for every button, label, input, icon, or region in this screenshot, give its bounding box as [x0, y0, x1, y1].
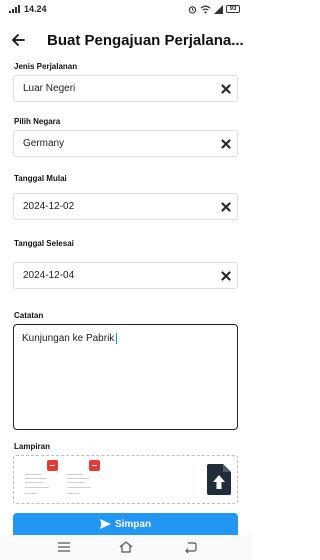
- alarm-icon: [188, 5, 197, 14]
- attachment-thumbnail[interactable]: [64, 460, 104, 501]
- jenis-perjalanan-field[interactable]: Luar Negeri: [13, 75, 238, 102]
- catatan-text: Kunjungan ke Pabrik: [22, 333, 115, 345]
- tanggal-selesai-field[interactable]: 2024-12-04: [13, 262, 238, 289]
- clear-icon[interactable]: [221, 139, 231, 149]
- remove-attachment-icon[interactable]: [47, 460, 58, 471]
- lampiran-label: Lampiran: [14, 442, 51, 451]
- clear-icon[interactable]: [221, 271, 231, 281]
- tanggal-mulai-field[interactable]: 2024-12-02: [13, 193, 238, 220]
- wifi-icon: [200, 5, 211, 14]
- home-icon[interactable]: [119, 541, 133, 553]
- status-bar: 14.24 93: [0, 0, 252, 18]
- mobile-signal-icon: [214, 4, 223, 14]
- text-cursor: [116, 333, 118, 344]
- tanggal-selesai-value: 2024-12-04: [23, 270, 75, 281]
- page-title: Buat Pengajuan Perjalana...: [47, 32, 244, 49]
- clear-icon[interactable]: [221, 84, 231, 94]
- battery-icon: 93: [226, 5, 240, 13]
- jenis-perjalanan-value: Luar Negeri: [23, 83, 76, 94]
- pilih-negara-label: Pilih Negara: [14, 117, 61, 126]
- catatan-label: Catatan: [14, 311, 44, 320]
- status-time: 14.24: [24, 4, 47, 14]
- catatan-value: Kunjungan ke Pabrik: [22, 333, 118, 345]
- upload-file-icon[interactable]: [207, 464, 231, 495]
- system-nav-bar: [0, 535, 252, 560]
- clear-icon[interactable]: [221, 202, 231, 212]
- status-icons: 93: [188, 4, 240, 14]
- back-arrow-icon[interactable]: [10, 32, 26, 48]
- pilih-negara-value: Germany: [23, 138, 65, 149]
- attachment-thumbnail[interactable]: [22, 460, 62, 501]
- remove-attachment-icon[interactable]: [89, 460, 100, 471]
- back-nav-icon[interactable]: [183, 541, 197, 553]
- attachment-area[interactable]: [13, 455, 238, 504]
- save-button[interactable]: Simpan: [13, 513, 238, 535]
- catatan-textarea[interactable]: Kunjungan ke Pabrik: [13, 324, 238, 430]
- tanggal-selesai-label: Tanggal Selesai: [14, 239, 74, 248]
- tanggal-mulai-label: Tanggal Mulai: [14, 174, 67, 183]
- menu-icon[interactable]: [57, 541, 71, 553]
- send-icon: [99, 519, 111, 529]
- signal-icon: [9, 5, 20, 13]
- jenis-perjalanan-label: Jenis Perjalanan: [14, 62, 78, 71]
- app-bar: Buat Pengajuan Perjalana...: [0, 24, 252, 58]
- tanggal-mulai-value: 2024-12-02: [23, 201, 75, 212]
- pilih-negara-field[interactable]: Germany: [13, 130, 238, 157]
- save-button-label: Simpan: [114, 518, 152, 530]
